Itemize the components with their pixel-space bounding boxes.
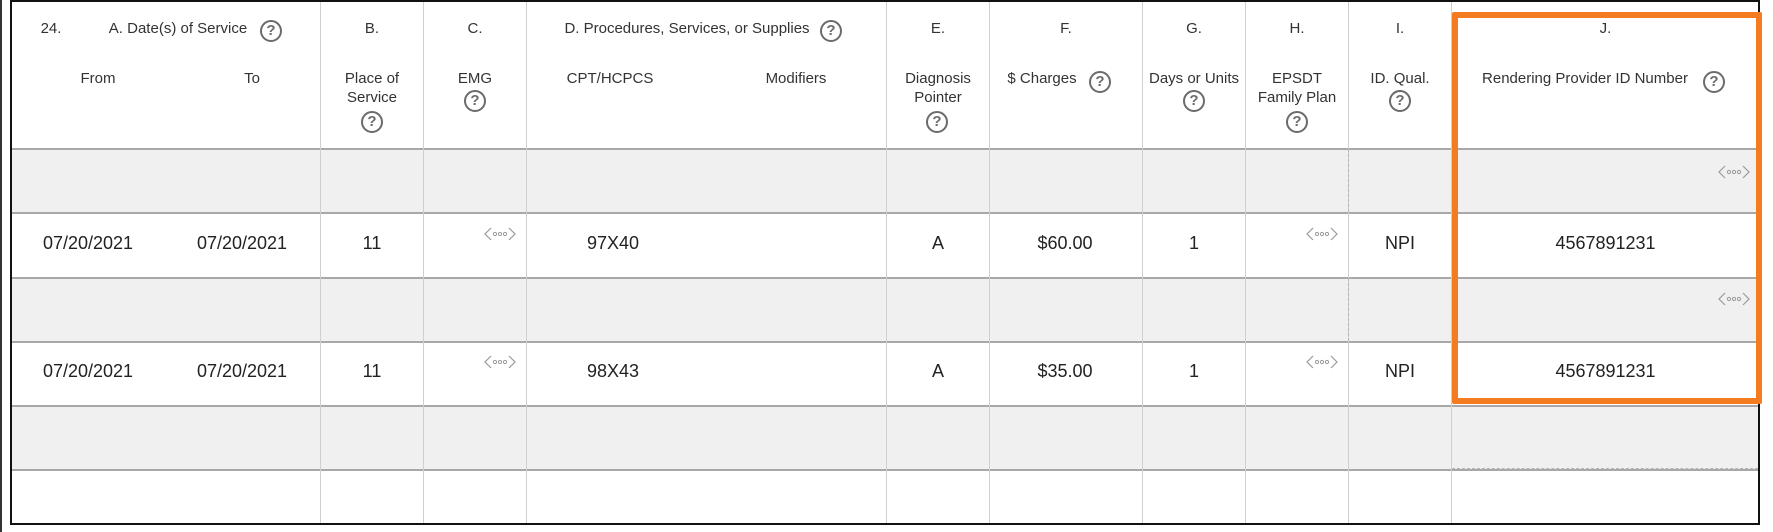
help-circle-icon[interactable]: ?	[1286, 111, 1308, 133]
diagnosis-pointer-cell[interactable]: A	[888, 360, 988, 382]
units-cell[interactable]: 1	[1144, 232, 1244, 254]
to-date-cell[interactable]: 07/20/2021	[182, 360, 302, 382]
col-i-letter: I.	[1395, 20, 1405, 37]
id-qual-cell[interactable]: NPI	[1350, 360, 1450, 382]
units-cell[interactable]: 1	[1144, 360, 1244, 382]
col-b-letter: B.	[364, 20, 380, 37]
col-d-header: D. Procedures, Services, or Supplies	[564, 20, 810, 37]
charges-cell[interactable]: $35.00	[1015, 360, 1115, 382]
col-g-letter: G.	[1186, 20, 1202, 37]
line-number-label: 24.	[40, 20, 62, 37]
help-circle-icon[interactable]: ?	[464, 90, 486, 112]
diagnosis-pointer-header: Diagnosis Pointer	[905, 70, 971, 106]
service-lines-table: 24. A. Date(s) of Service ? From To B. P…	[0, 0, 1773, 532]
from-date-cell[interactable]: 07/20/2021	[28, 360, 148, 382]
place-of-service-cell[interactable]: 11	[322, 232, 422, 254]
col-f-letter: F.	[1060, 20, 1072, 37]
more-options-icon[interactable]	[483, 354, 517, 370]
help-circle-icon[interactable]: ?	[361, 111, 383, 133]
from-header: From	[80, 70, 116, 87]
modifiers-header: Modifiers	[765, 70, 827, 87]
col-h-letter: H.	[1289, 20, 1305, 37]
more-options-icon[interactable]	[483, 226, 517, 242]
place-of-service-cell[interactable]: 11	[322, 360, 422, 382]
help-circle-icon[interactable]: ?	[1389, 90, 1411, 112]
id-qual-header: ID. Qual.	[1370, 70, 1430, 87]
to-header: To	[244, 70, 260, 87]
charges-header: $ Charges	[1007, 70, 1077, 87]
help-circle-icon[interactable]: ?	[1089, 71, 1111, 93]
column-j-highlight	[1452, 12, 1762, 404]
col-e-letter: E.	[930, 20, 946, 37]
cpt-cell[interactable]: 98X43	[558, 360, 668, 382]
window-edge	[0, 0, 2, 532]
more-options-icon[interactable]	[1305, 354, 1339, 370]
col-a-header: A. Date(s) of Service	[108, 20, 248, 37]
diagnosis-pointer-cell[interactable]: A	[888, 232, 988, 254]
help-circle-icon[interactable]: ?	[260, 20, 282, 42]
cpt-header: CPT/HCPCS	[566, 70, 654, 87]
epsdt-header: EPSDT Family Plan	[1257, 70, 1337, 106]
to-date-cell[interactable]: 07/20/2021	[182, 232, 302, 254]
more-options-icon[interactable]	[1305, 226, 1339, 242]
from-date-cell[interactable]: 07/20/2021	[28, 232, 148, 254]
help-circle-icon[interactable]: ?	[1183, 90, 1205, 112]
days-or-units-header: Days or Units	[1148, 70, 1240, 87]
help-circle-icon[interactable]: ?	[926, 111, 948, 133]
id-qual-cell[interactable]: NPI	[1350, 232, 1450, 254]
emg-header: EMG	[457, 70, 493, 87]
help-circle-icon[interactable]: ?	[820, 20, 842, 42]
col-c-letter: C.	[467, 20, 483, 37]
cpt-cell[interactable]: 97X40	[558, 232, 668, 254]
place-of-service-header: Place of Service	[344, 70, 400, 106]
charges-cell[interactable]: $60.00	[1015, 232, 1115, 254]
